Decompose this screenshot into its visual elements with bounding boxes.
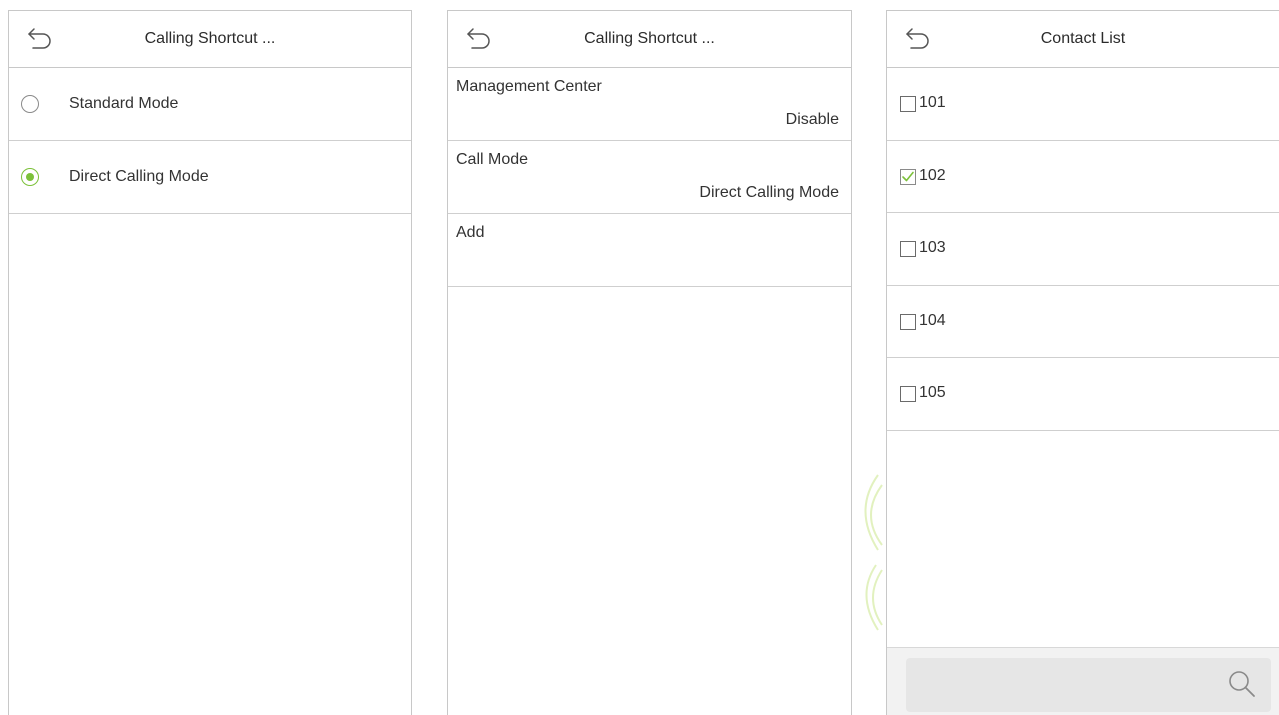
search-input[interactable] [906,658,1271,712]
setting-value: Direct Calling Mode [699,184,839,201]
setting-row-add[interactable]: Add [448,214,851,287]
calling-shortcut-settings-panel: Calling Shortcut ... Management Center D… [447,10,852,715]
radio-selected-dot [26,173,34,181]
setting-label: Call Mode [456,151,529,168]
contact-checkbox[interactable] [900,241,916,257]
contact-checkbox[interactable] [900,386,916,402]
page-title: Calling Shortcut ... [144,30,276,47]
contact-number: 101 [919,94,946,111]
setting-label: Management Center [456,78,602,95]
setting-label: Add [456,224,485,241]
fingerprint-watermark-icon [864,474,883,631]
contact-list-panel: Contact List 101 102 103 104 105 [886,10,1279,715]
contact-row[interactable]: 103 [887,213,1279,286]
panel-header: Calling Shortcut ... [9,11,411,68]
search-bar [887,647,1279,715]
checkmark-icon [902,171,914,181]
search-icon[interactable] [1227,669,1257,699]
radio-button-unchecked[interactable] [21,95,39,113]
setting-row-management-center[interactable]: Management Center Disable [448,68,851,141]
contact-row[interactable]: 105 [887,358,1279,431]
radio-button-checked[interactable] [21,168,39,186]
contact-checkbox[interactable] [900,168,916,185]
contact-number: 105 [919,384,946,401]
contact-number: 104 [919,311,946,329]
panel-header: Calling Shortcut ... [448,11,851,68]
setting-row-call-mode[interactable]: Call Mode Direct Calling Mode [448,141,851,214]
radio-option-label: Direct Calling Mode [69,168,209,185]
radio-option-standard-mode[interactable]: Standard Mode [9,68,411,141]
radio-option-label: Standard Mode [69,95,179,112]
panel-header: Contact List [887,11,1279,68]
radio-option-direct-calling-mode[interactable]: Direct Calling Mode [9,141,411,214]
page-title: Contact List [1040,30,1126,47]
contact-row[interactable]: 101 [887,68,1279,141]
contact-row[interactable]: 102 [887,141,1279,213]
contact-checkbox[interactable] [900,313,916,330]
contact-row[interactable]: 104 [887,286,1279,358]
calling-shortcut-mode-panel: Calling Shortcut ... Standard Mode Direc… [8,10,412,715]
setting-value: Disable [785,111,839,128]
contact-number: 102 [919,166,946,184]
page-title: Calling Shortcut ... [584,30,715,47]
contact-number: 103 [919,239,946,256]
contact-checkbox[interactable] [900,96,916,112]
